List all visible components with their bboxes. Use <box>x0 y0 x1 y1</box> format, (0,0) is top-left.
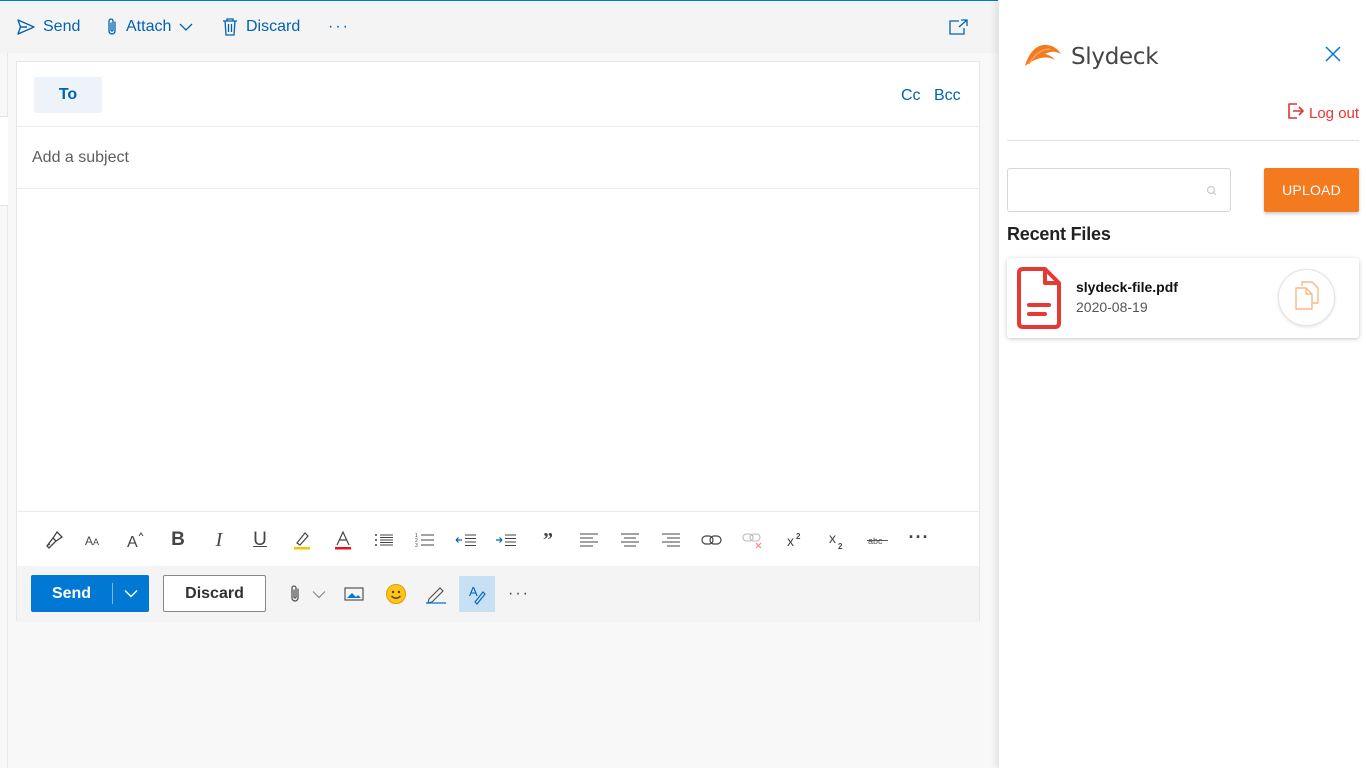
send-button[interactable]: Send <box>31 575 112 612</box>
brand: Slydeck <box>1023 40 1159 73</box>
chevron-down-icon[interactable] <box>179 22 193 32</box>
discard-label-top: Discard <box>246 18 301 35</box>
underline-icon[interactable]: U <box>247 527 273 553</box>
file-search-input[interactable] <box>1016 179 1196 203</box>
message-body[interactable] <box>17 189 979 511</box>
insert-link-icon[interactable] <box>699 527 725 553</box>
send-label-top: Send <box>43 18 81 35</box>
send-icon <box>17 19 35 35</box>
command-bar: Send Attach Discard ··· <box>0 0 998 53</box>
pdf-file-icon <box>1015 267 1063 334</box>
signature-icon[interactable] <box>422 580 450 608</box>
highlight-icon[interactable] <box>289 527 315 553</box>
logout-button[interactable]: Log out <box>1287 102 1359 124</box>
pop-out-icon <box>948 19 968 35</box>
remove-link-icon[interactable] <box>740 527 766 553</box>
svg-text:A: A <box>127 534 138 549</box>
subject-row <box>17 127 979 189</box>
font-color-icon[interactable] <box>330 527 356 553</box>
svg-text:2: 2 <box>838 542 843 550</box>
divider <box>1007 140 1359 141</box>
left-edge <box>0 53 8 768</box>
align-right-icon[interactable] <box>658 527 684 553</box>
action-bar: Send Discard A ··· <box>17 566 979 622</box>
paperclip-icon <box>106 17 118 37</box>
slydeck-panel: Slydeck Log out UPLOAD Recent Files slyd… <box>998 0 1366 768</box>
superscript-icon[interactable]: x2 <box>783 527 809 553</box>
search-icon[interactable] <box>1205 184 1219 198</box>
file-search-box <box>1007 168 1231 212</box>
svg-text:A: A <box>85 534 93 548</box>
file-date: 2020-08-19 <box>1076 299 1148 315</box>
upload-button[interactable]: UPLOAD <box>1264 168 1359 212</box>
bcc-link[interactable]: Bcc <box>934 87 961 105</box>
send-button-top[interactable]: Send <box>17 13 80 41</box>
more-options-button-top[interactable]: ··· <box>328 13 350 41</box>
svg-text:A: A <box>93 537 99 547</box>
compose-form: To Cc Bcc AA A B I U 123 <box>16 61 980 622</box>
svg-text:x: x <box>787 533 794 549</box>
svg-text:A: A <box>469 584 478 599</box>
to-row: To Cc Bcc <box>17 62 979 127</box>
cc-link[interactable]: Cc <box>901 87 921 105</box>
align-center-icon[interactable] <box>617 527 643 553</box>
font-size-icon[interactable]: AA <box>81 527 107 553</box>
subscript-icon[interactable]: x2 <box>825 527 851 553</box>
more-options-icon[interactable]: ··· <box>906 524 932 550</box>
editor-icon[interactable]: A <box>459 576 495 612</box>
bold-icon[interactable]: B <box>165 527 191 553</box>
brand-name: Slydeck <box>1071 43 1159 70</box>
svg-text:2: 2 <box>796 532 801 541</box>
recent-files-heading: Recent Files <box>1007 224 1111 244</box>
discard-button-top[interactable]: Discard <box>222 13 300 41</box>
send-options-chevron-icon[interactable] <box>113 575 149 612</box>
emoji-icon[interactable] <box>382 580 410 608</box>
list-item[interactable]: slydeck-file.pdf 2020-08-19 <box>1007 258 1359 338</box>
to-button[interactable]: To <box>34 77 102 113</box>
file-name: slydeck-file.pdf <box>1076 279 1178 295</box>
pop-out-button[interactable] <box>948 13 968 41</box>
decrease-indent-icon[interactable] <box>453 527 479 553</box>
attach-chevron-icon[interactable] <box>305 580 333 608</box>
svg-text:x: x <box>829 530 836 546</box>
align-left-icon[interactable] <box>576 527 602 553</box>
italic-icon[interactable]: I <box>206 527 232 553</box>
copy-icon <box>1293 279 1321 316</box>
svg-text:3: 3 <box>415 543 418 548</box>
quote-icon[interactable]: ” <box>535 527 561 553</box>
slydeck-logo-icon <box>1023 40 1063 73</box>
more-actions-button[interactable]: ··· <box>505 580 533 608</box>
attach-label-top: Attach <box>126 18 172 35</box>
logout-icon <box>1287 102 1305 124</box>
grow-font-icon[interactable]: A <box>123 527 149 553</box>
format-toolbar: AA A B I U 123 ” x 2 x 2 abc ··· <box>17 511 979 566</box>
trash-icon <box>222 18 238 36</box>
attach-button-top[interactable]: Attach <box>106 13 193 41</box>
logout-label: Log out <box>1309 104 1360 122</box>
insert-picture-icon[interactable] <box>340 580 368 608</box>
increase-indent-icon[interactable] <box>493 527 519 553</box>
strikethrough-icon[interactable]: abc <box>865 527 891 553</box>
numbering-icon[interactable]: 123 <box>412 527 438 553</box>
subject-input[interactable] <box>32 145 932 171</box>
send-split-button: Send <box>31 575 149 612</box>
bullets-icon[interactable] <box>371 527 397 553</box>
discard-button[interactable]: Discard <box>163 575 266 612</box>
format-painter-icon[interactable] <box>41 527 67 553</box>
copy-link-button[interactable] <box>1278 269 1335 326</box>
close-icon[interactable] <box>1323 44 1343 64</box>
